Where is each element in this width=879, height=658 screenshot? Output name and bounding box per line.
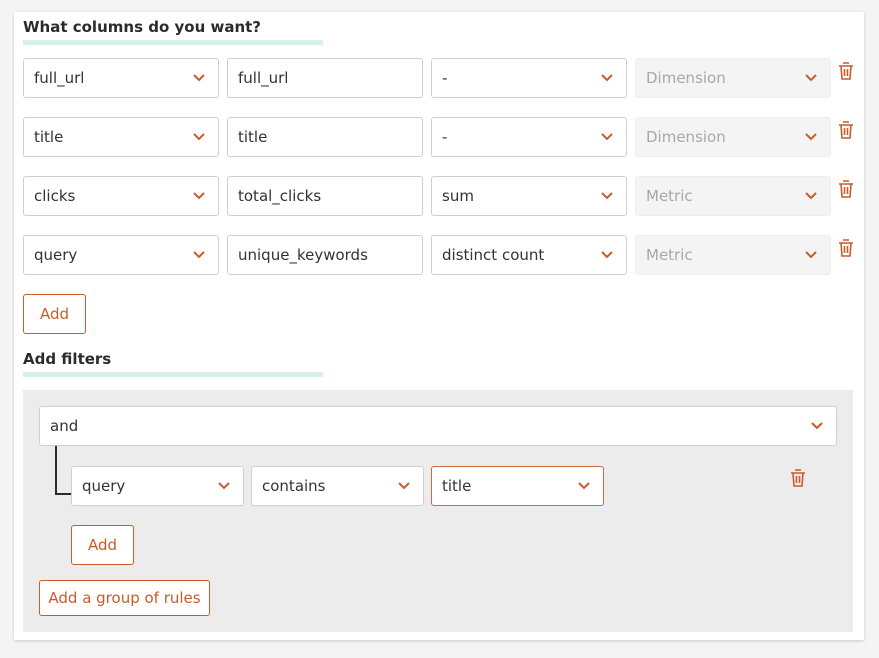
add-rule-button[interactable]: Add xyxy=(71,525,134,565)
column-aggregation-select[interactable]: distinct count xyxy=(431,235,627,275)
column-type-select: Metric xyxy=(635,176,831,216)
trash-icon[interactable] xyxy=(790,469,806,487)
column-aggregation-select[interactable]: - xyxy=(431,58,627,98)
filters-title-underline xyxy=(23,372,323,377)
trash-icon[interactable] xyxy=(838,180,854,198)
chevron-down-icon xyxy=(601,251,613,259)
column-name-value: full_url xyxy=(238,69,289,87)
column-aggregation-value: sum xyxy=(442,187,474,205)
column-source-select[interactable]: clicks xyxy=(23,176,219,216)
column-type-select: Dimension xyxy=(635,117,831,157)
chevron-down-icon xyxy=(601,74,613,82)
rule-operator-value: contains xyxy=(262,477,326,495)
chevron-down-icon xyxy=(218,482,230,490)
columns-section-title: What columns do you want? xyxy=(23,18,261,36)
column-source-value: query xyxy=(34,246,78,264)
column-aggregation-value: distinct count xyxy=(442,246,545,264)
chevron-down-icon xyxy=(811,422,823,430)
chevron-down-icon xyxy=(578,482,590,490)
trash-icon[interactable] xyxy=(838,239,854,257)
chevron-down-icon xyxy=(805,74,817,82)
chevron-down-icon xyxy=(193,251,205,259)
add-column-button[interactable]: Add xyxy=(23,294,86,334)
column-name-input[interactable]: full_url xyxy=(227,58,423,98)
column-name-value: unique_keywords xyxy=(238,246,368,264)
column-source-select[interactable]: title xyxy=(23,117,219,157)
chevron-down-icon xyxy=(601,133,613,141)
column-type-value: Dimension xyxy=(646,69,726,87)
column-type-value: Metric xyxy=(646,246,693,264)
rule-tree-connector xyxy=(55,493,71,495)
rule-value-select[interactable]: title xyxy=(431,466,604,506)
column-type-select: Metric xyxy=(635,235,831,275)
column-source-select[interactable]: query xyxy=(23,235,219,275)
chevron-down-icon xyxy=(193,133,205,141)
column-name-value: total_clicks xyxy=(238,187,322,205)
rule-tree-connector xyxy=(55,446,57,495)
column-type-select: Dimension xyxy=(635,58,831,98)
rule-field-select[interactable]: query xyxy=(71,466,244,506)
column-aggregation-select[interactable]: - xyxy=(431,117,627,157)
chevron-down-icon xyxy=(193,74,205,82)
chevron-down-icon xyxy=(805,192,817,200)
columns-title-underline xyxy=(23,40,323,45)
chevron-down-icon xyxy=(601,192,613,200)
column-source-value: title xyxy=(34,128,64,146)
chevron-down-icon xyxy=(193,192,205,200)
column-source-value: full_url xyxy=(34,69,85,87)
chevron-down-icon xyxy=(805,133,817,141)
chevron-down-icon xyxy=(398,482,410,490)
combinator-select[interactable]: and xyxy=(39,406,837,446)
trash-icon[interactable] xyxy=(838,62,854,80)
column-type-value: Metric xyxy=(646,187,693,205)
rule-operator-select[interactable]: contains xyxy=(251,466,424,506)
column-aggregation-value: - xyxy=(442,69,448,87)
column-source-select[interactable]: full_url xyxy=(23,58,219,98)
filters-section-title: Add filters xyxy=(23,350,112,368)
column-name-input[interactable]: total_clicks xyxy=(227,176,423,216)
trash-icon[interactable] xyxy=(838,121,854,139)
chevron-down-icon xyxy=(805,251,817,259)
column-aggregation-value: - xyxy=(442,128,448,146)
column-name-input[interactable]: title xyxy=(227,117,423,157)
combinator-value: and xyxy=(50,417,79,435)
rule-field-value: query xyxy=(82,477,126,495)
column-name-value: title xyxy=(238,128,268,146)
add-rule-group-button[interactable]: Add a group of rules xyxy=(39,580,210,616)
column-name-input[interactable]: unique_keywords xyxy=(227,235,423,275)
rule-value-value: title xyxy=(442,477,472,495)
column-type-value: Dimension xyxy=(646,128,726,146)
column-aggregation-select[interactable]: sum xyxy=(431,176,627,216)
column-source-value: clicks xyxy=(34,187,76,205)
